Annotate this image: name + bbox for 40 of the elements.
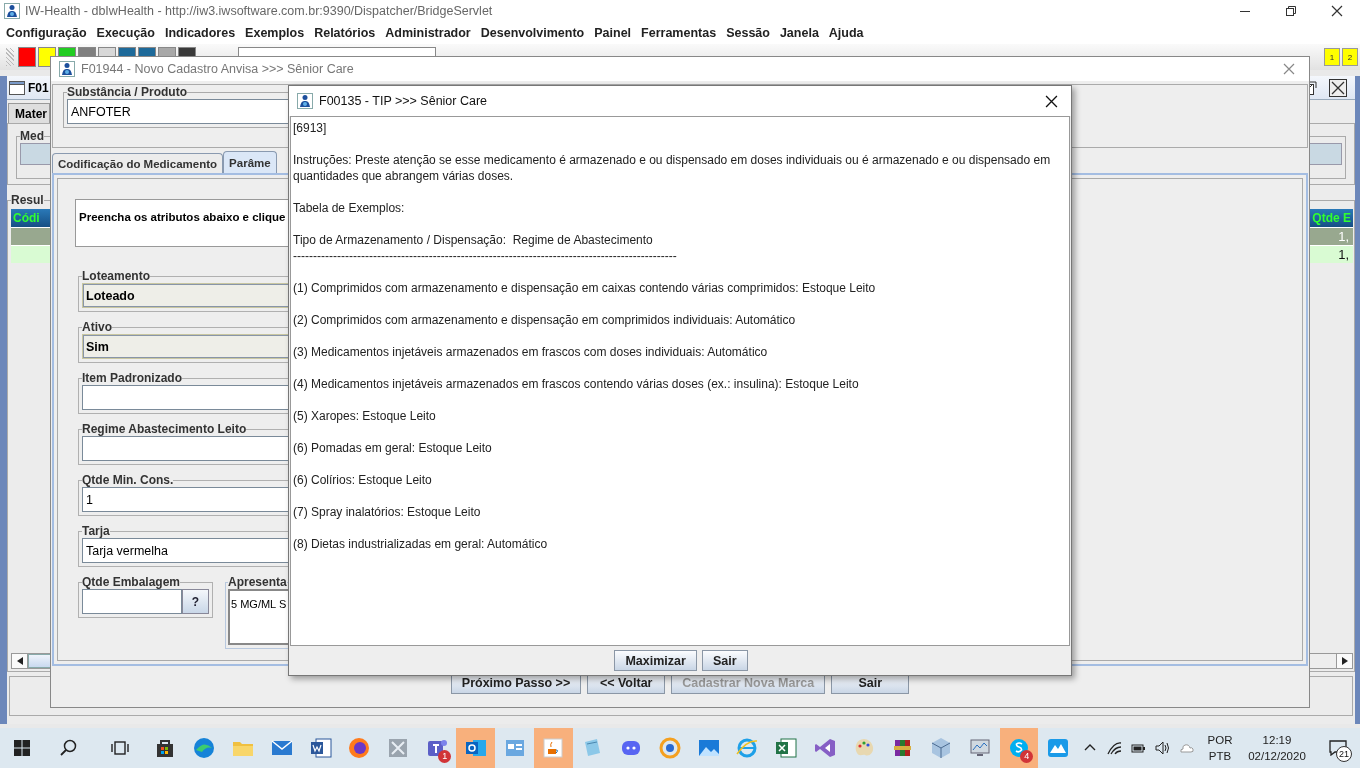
field-value: 5 MG/ML S bbox=[231, 598, 287, 610]
instruction-text: Preencha os atributos abaixo e clique bbox=[79, 211, 286, 223]
text-line: (2) Comprimidos com armazenamento e dispensação em comprimidos individuais: Automático bbox=[293, 312, 797, 328]
field-label: Tarja bbox=[82, 524, 110, 538]
notification-badge: 4 bbox=[1020, 750, 1034, 763]
field-label: Substância / Produto bbox=[67, 85, 187, 99]
field-label: Apresenta bbox=[228, 575, 287, 589]
window-title: IW-Health - dbIwHealth - http://iw3.iwsoftware.com.br:9390/Dispatcher/BridgeServlet bbox=[25, 4, 493, 18]
text-line: (5) Xaropes: Estoque Leito bbox=[293, 408, 437, 424]
field-label: Ativo bbox=[82, 320, 112, 334]
notification-count: 21 bbox=[1336, 746, 1352, 762]
dashed-rule-text: ------------------------------------------------------------------------------------------------ bbox=[293, 248, 678, 264]
text-line: (6) Colírios: Estoque Leito bbox=[293, 472, 433, 488]
text-line: (4) Medicamentos injetáveis armazenados em frascos contendo várias doses (ex.: insulina): Estoque Leito bbox=[293, 376, 860, 392]
text-line: Tipo de Armazenamento / Dispensação: Regime de Abastecimento bbox=[293, 232, 654, 248]
frame-title: F01 bbox=[28, 80, 49, 95]
field-label: Regime Abastecimento Leito bbox=[82, 422, 247, 436]
group-label: Resul bbox=[11, 193, 44, 207]
field-label: Item Padronizado bbox=[82, 371, 182, 385]
window-title: F01944 - Novo Cadastro Anvisa >>> Sênior Care bbox=[81, 62, 354, 76]
date-text: 02/12/2020 bbox=[1248, 749, 1306, 764]
table-cell-text: 1, bbox=[1337, 228, 1350, 245]
group-label: Med bbox=[20, 129, 44, 143]
table-cell-text: 1, bbox=[1337, 246, 1350, 263]
notification-badge: 1 bbox=[438, 750, 452, 763]
text-line: (7) Spray inalatórios: Estoque Leito bbox=[293, 504, 482, 520]
field-label: Qtde Embalagem bbox=[82, 575, 181, 589]
field-label: Loteamento bbox=[82, 269, 150, 283]
field-label: Qtde Min. Cons. bbox=[82, 473, 174, 487]
text-line: (3) Medicamentos injetáveis armazenados em frascos com doses individuais: Automático bbox=[293, 344, 769, 360]
dialog-title: F00135 - TIP >>> Sênior Care bbox=[319, 94, 488, 108]
text-line: Tabela de Exemplos: bbox=[293, 200, 406, 216]
language-text: PTB bbox=[1208, 749, 1232, 764]
text-line: [6913] bbox=[293, 120, 328, 136]
time-text: 12:19 bbox=[1262, 733, 1292, 748]
language-text: POR bbox=[1207, 733, 1233, 748]
text-line: (1) Comprimidos com armazenamento e dispensação em caixas contendo várias comprimidos: Estoque Leito bbox=[293, 280, 877, 296]
text-line: Instruções: Preste atenção se esse medicamento é armazenado e ou dispensado em doses individuais ou é armazenado e ou dispensado em quantidades que abrangem várias doses. bbox=[293, 152, 1052, 184]
text-line: (8) Dietas industrializadas em geral: Automático bbox=[293, 536, 549, 552]
text-line: (6) Pomadas em geral: Estoque Leito bbox=[293, 440, 493, 456]
